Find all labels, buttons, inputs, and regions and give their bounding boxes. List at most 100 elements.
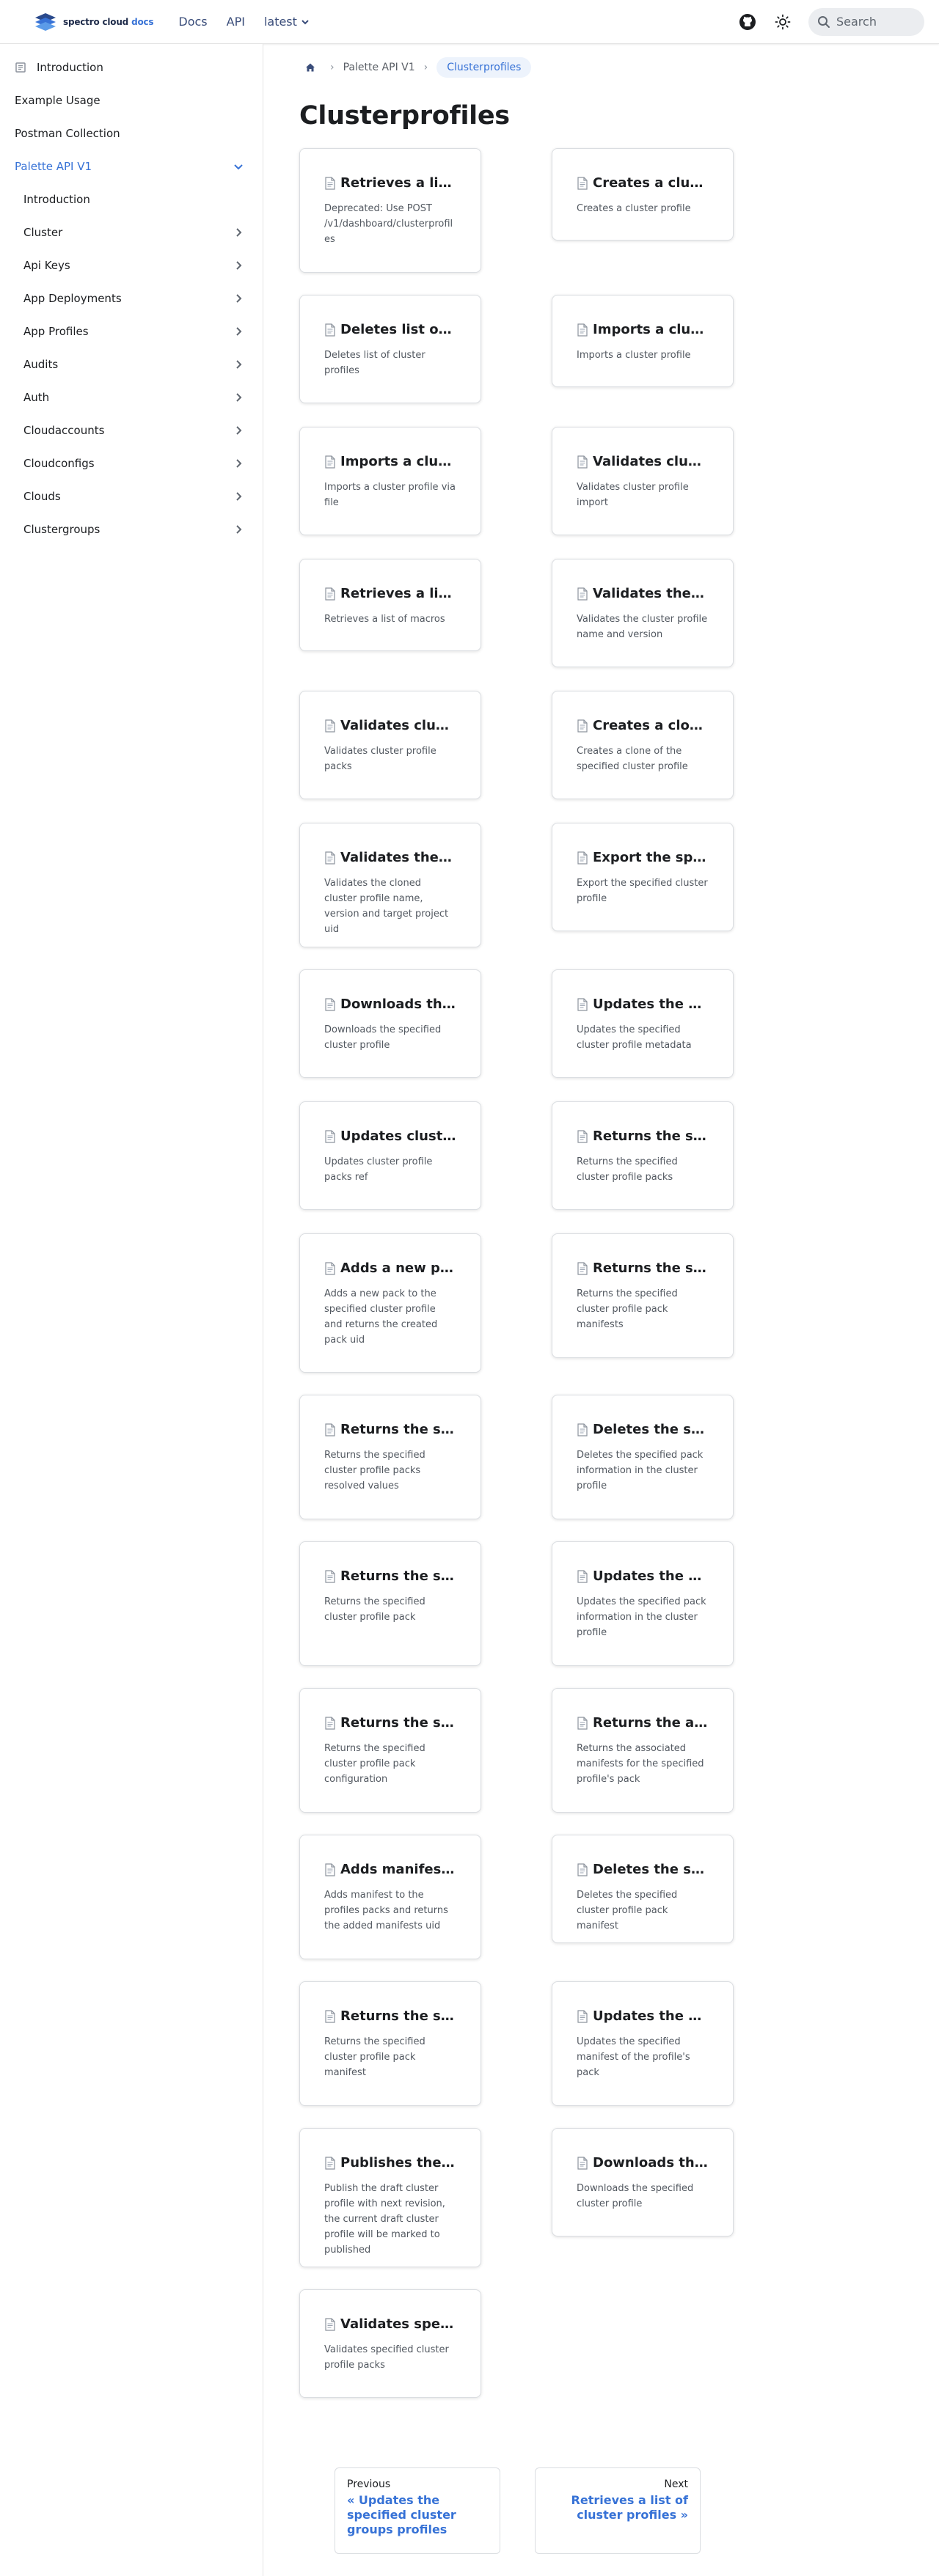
document-icon <box>325 1569 335 1583</box>
pager-next[interactable]: Next Retrieves a list of cluster profile… <box>535 2467 701 2554</box>
api-card-description: Deletes the specified pack information i… <box>577 1450 704 1491</box>
document-icon <box>577 455 588 469</box>
api-card[interactable]: Adds manifest to the profiles packs Adds … <box>299 1835 481 1959</box>
api-card[interactable]: Validates the cluster profile name and v… <box>552 559 734 667</box>
sidebar-item-palette-api-v1[interactable]: Palette API V1 <box>6 150 254 183</box>
api-card-title-text: Returns the specified cluster profile pa… <box>340 1568 456 1584</box>
search-button[interactable]: Search <box>808 7 924 36</box>
api-card-title: Returns the specified cluster profile pa… <box>577 1129 709 1144</box>
api-card-title-text: Export the specified cluster profile <box>593 850 709 865</box>
api-card-description: Returns the specified cluster profile pa… <box>577 1288 678 1330</box>
theme-toggle-sun-icon[interactable] <box>773 12 792 32</box>
document-icon <box>325 1863 335 1876</box>
sidebar-item-cloudconfigs[interactable]: Cloudconfigs <box>6 447 254 480</box>
api-card[interactable]: Imports a cluster profile Imports a clust… <box>552 295 734 387</box>
sidebar-item-label: Auth <box>23 391 50 404</box>
api-card[interactable]: Downloads the specified cluster profile D… <box>299 969 481 1078</box>
sidebar-item-api-introduction[interactable]: Introduction <box>6 183 254 216</box>
chevron-right-icon[interactable] <box>232 358 245 371</box>
api-card-title-text: Updates the specified manifest of the pr… <box>593 2008 709 2024</box>
api-card[interactable]: Publishes the specified cluster profile P… <box>299 2128 481 2267</box>
api-card-title-text: Returns the associated manifests <box>593 1715 709 1731</box>
breadcrumb-separator: › <box>423 62 428 73</box>
chevron-right-icon[interactable] <box>232 523 245 536</box>
api-card-description: Deprecated: Use POST /v1/dashboard/clust… <box>324 203 453 245</box>
api-card[interactable]: Returns the specified cluster profile pa… <box>299 1541 481 1666</box>
api-card-title-text: Creates a cluster profile <box>593 175 709 191</box>
api-card[interactable]: Updates cluster profile packs ref Updates… <box>299 1101 481 1210</box>
api-card-description: Imports a cluster profile via file <box>324 482 456 508</box>
document-icon <box>325 455 335 469</box>
sidebar-item-api-keys[interactable]: Api Keys <box>6 249 254 282</box>
chevron-right-icon[interactable] <box>232 292 245 305</box>
sidebar-item-app-profiles[interactable]: App Profiles <box>6 315 254 348</box>
api-card[interactable]: Updates the specified manifest of the pr… <box>552 1981 734 2106</box>
sidebar-item-app-deployments[interactable]: App Deployments <box>6 282 254 315</box>
api-card[interactable]: Returns the specified cluster profile pa… <box>552 1233 734 1358</box>
api-card[interactable]: Retrieves a list of macros Retrieves a li… <box>299 559 481 651</box>
chevron-right-icon[interactable] <box>232 259 245 272</box>
sidebar-item-clustergroups[interactable]: Clustergroups <box>6 513 254 537</box>
chevron-right-icon[interactable] <box>232 424 245 437</box>
api-card-description: Deletes list of cluster profiles <box>324 350 425 376</box>
api-card[interactable]: Returns the specified cluster profile pa… <box>299 1981 481 2106</box>
api-card[interactable]: Adds a new pack to the specified cluster… <box>299 1233 481 1373</box>
api-card[interactable]: Validates specified cluster profile pack… <box>299 2289 481 2398</box>
chevron-down-icon <box>302 19 309 24</box>
version-dropdown[interactable]: latest <box>264 15 309 29</box>
api-card-title-text: Returns the specified cluster profile pa… <box>340 2008 456 2024</box>
api-card[interactable]: Downloads the specified cluster profile D… <box>552 2128 734 2236</box>
api-card[interactable]: Imports a cluster profile via file Import… <box>299 427 481 535</box>
api-card[interactable]: Returns the specified cluster profile pa… <box>299 1395 481 1519</box>
api-card[interactable]: Deletes the specified cluster profile pa… <box>552 1835 734 1943</box>
chevron-right-icon[interactable] <box>232 325 245 338</box>
pager-previous[interactable]: Previous « Updates the specified cluster… <box>335 2467 500 2554</box>
api-card-description: Updates the specified manifest of the pr… <box>577 2036 690 2078</box>
api-card[interactable]: Updates the specified cluster profile me… <box>552 969 734 1078</box>
chevron-right-icon[interactable] <box>232 391 245 404</box>
sidebar-item-auth[interactable]: Auth <box>6 381 254 414</box>
sidebar-item-clouds[interactable]: Clouds <box>6 480 254 513</box>
api-card[interactable]: Creates a clone of the specified cluster… <box>552 691 734 799</box>
api-card[interactable]: Returns the associated manifests Returns … <box>552 1688 734 1813</box>
api-card-title: Updates the specified manifest of the pr… <box>577 2008 709 2024</box>
api-card-description: Updates the specified pack information i… <box>577 1596 706 1638</box>
sidebar-item-postman-collection[interactable]: Postman Collection <box>6 117 254 150</box>
api-card-description: Updates cluster profile packs ref <box>324 1156 433 1183</box>
github-icon[interactable] <box>738 12 757 32</box>
api-card[interactable]: Validates cluster profile packs Validates… <box>299 691 481 799</box>
api-card-title: Returns the specified cluster profile pa… <box>324 1568 456 1584</box>
brand-logo[interactable]: spectro cloud docs <box>32 12 154 32</box>
sidebar-item-cloudaccounts[interactable]: Cloudaccounts <box>6 414 254 447</box>
api-card-description: Publish the draft cluster profile with n… <box>324 2183 445 2256</box>
pager-previous-sublabel: Previous <box>347 2478 391 2490</box>
api-card[interactable]: Creates a cluster profile Creates a clust… <box>552 148 734 241</box>
chevron-right-icon[interactable] <box>232 226 245 239</box>
chevron-right-icon[interactable] <box>232 457 245 470</box>
api-card[interactable]: Returns the specified cluster profile pa… <box>299 1688 481 1813</box>
breadcrumb-home[interactable] <box>299 56 321 78</box>
chevron-right-icon[interactable] <box>232 490 245 503</box>
api-card[interactable]: Export the specified cluster profile Expo… <box>552 823 734 931</box>
api-card[interactable]: Updates the specified pack information Up… <box>552 1541 734 1666</box>
nav-link-docs[interactable]: Docs <box>178 15 207 29</box>
api-card[interactable]: Deletes the specified pack information De… <box>552 1395 734 1519</box>
brand-name-text: spectro cloud <box>63 16 129 27</box>
sidebar-item-example-usage[interactable]: Example Usage <box>6 84 254 117</box>
api-card[interactable]: Validates the cloned cluster profile nam… <box>299 823 481 947</box>
api-card-description: Retrieves a list of macros <box>324 614 445 625</box>
api-card[interactable]: Deletes list of cluster profiles Deletes … <box>299 295 481 403</box>
breadcrumb-palette-api-v1[interactable]: Palette API V1 <box>343 57 415 78</box>
api-card-description: Returns the associated manifests for the… <box>577 1743 704 1785</box>
api-card[interactable]: Returns the specified cluster profile pa… <box>552 1101 734 1210</box>
sidebar-item-introduction[interactable]: Introduction <box>6 51 254 84</box>
nav-link-api[interactable]: API <box>227 15 245 29</box>
sidebar-item-label: Audits <box>23 358 59 371</box>
sidebar-item-cluster[interactable]: Cluster <box>6 216 254 249</box>
api-card-title: Returns the associated manifests <box>577 1715 709 1731</box>
sidebar-item-audits[interactable]: Audits <box>6 348 254 381</box>
api-card[interactable]: Retrieves a list of cluster profiles Depr… <box>299 148 481 273</box>
chevron-down-icon[interactable] <box>232 160 245 173</box>
api-card[interactable]: Validates cluster profile import Validate… <box>552 427 734 535</box>
api-card-title: Returns the specified cluster profile pa… <box>324 1422 456 1437</box>
